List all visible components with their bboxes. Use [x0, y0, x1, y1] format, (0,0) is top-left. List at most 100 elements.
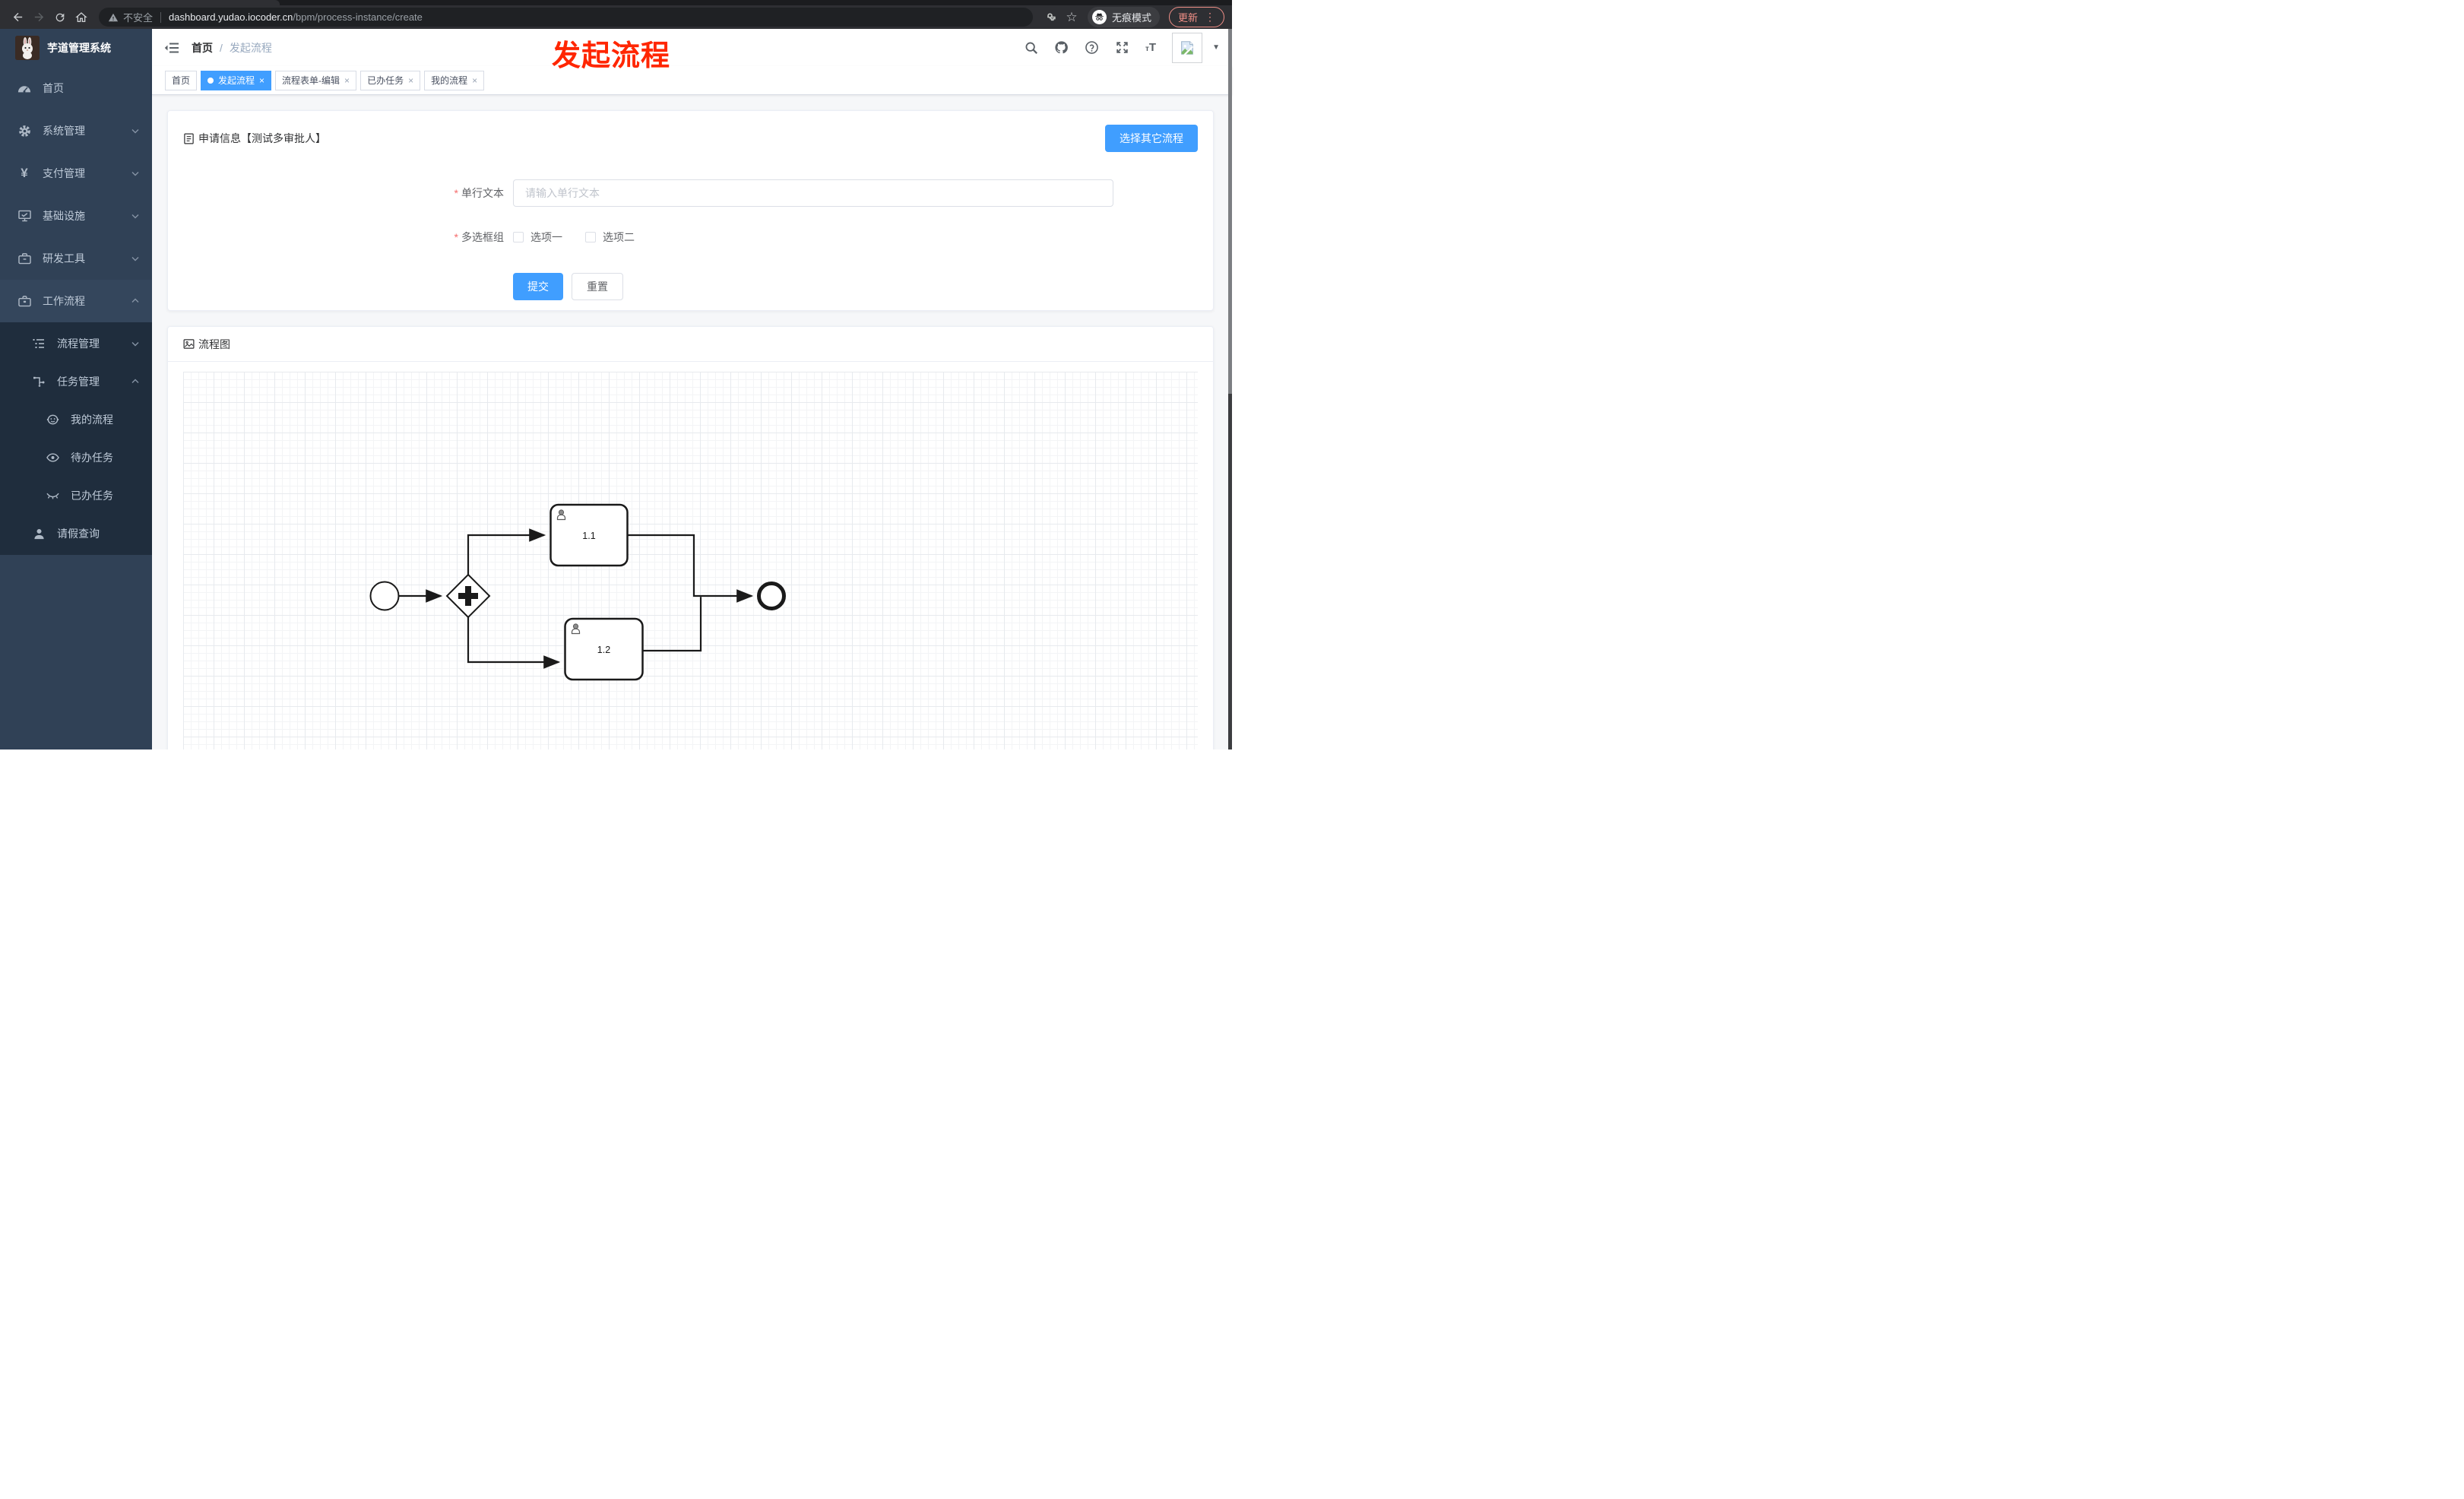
sidebar-item-devtools[interactable]: 研发工具	[0, 237, 152, 280]
fullscreen-icon[interactable]	[1115, 40, 1129, 55]
sidebar-item-label: 支付管理	[43, 167, 85, 179]
sidebar-item-system[interactable]: 系统管理	[0, 109, 152, 152]
home-icon[interactable]	[71, 8, 91, 27]
field-label-checkbox-group: * 多选框组	[454, 231, 504, 243]
bpmn-user-task-1-1[interactable]: 1.1	[549, 503, 629, 567]
chevron-down-icon	[131, 169, 140, 178]
tab-done-tasks[interactable]: 已办任务 ×	[360, 70, 421, 90]
breadcrumb-separator: /	[220, 41, 223, 54]
search-icon[interactable]	[1025, 41, 1038, 55]
header-actions: тT ▼	[1025, 32, 1220, 63]
url-host: dashboard.yudao.iocoder.cn	[169, 11, 293, 23]
eye-closed-icon	[44, 492, 61, 500]
sidebar-item-workflow[interactable]: 工作流程	[0, 280, 152, 322]
security-label: 不安全	[123, 12, 154, 24]
browser-toolbar: 不安全 dashboard.yudao.iocoder.cn/bpm/proce…	[0, 5, 1232, 29]
bpmn-parallel-gateway[interactable]	[445, 573, 491, 619]
process-diagram-card: 流程图 1.1 1.2	[167, 326, 1214, 750]
reset-button[interactable]: 重置	[572, 273, 623, 300]
security-status[interactable]: 不安全	[108, 10, 153, 24]
bpmn-start-event[interactable]	[369, 581, 400, 611]
chevron-down-icon	[131, 254, 140, 263]
submit-button[interactable]: 提交	[513, 273, 563, 300]
sidebar-item-todo-tasks[interactable]: 待办任务	[0, 439, 152, 477]
tab-label: 首页	[172, 75, 191, 86]
sidebar-item-my-process[interactable]: 我的流程	[0, 401, 152, 439]
password-key-icon[interactable]	[1040, 8, 1060, 27]
github-icon[interactable]	[1054, 40, 1069, 55]
sidebar-item-label: 系统管理	[43, 125, 85, 137]
yen-icon: ¥	[21, 166, 28, 180]
sidebar-item-label: 我的流程	[71, 414, 113, 426]
chevron-up-icon	[131, 296, 140, 306]
required-mark: *	[454, 187, 458, 199]
tab-my-process[interactable]: 我的流程 ×	[424, 70, 485, 90]
breadcrumb-current: 发起流程	[229, 41, 272, 54]
sidebar-item-leave-query[interactable]: 请假查询	[0, 515, 152, 553]
sidebar-item-label: 任务管理	[57, 376, 100, 388]
broken-image-icon	[1181, 40, 1194, 55]
scrollbar-thumb[interactable]	[1228, 29, 1232, 394]
checkbox-option-1[interactable]: 选项一	[513, 230, 562, 245]
help-icon[interactable]	[1085, 40, 1099, 55]
chevron-up-icon	[131, 377, 140, 386]
face-icon	[44, 414, 61, 425]
choose-other-process-button[interactable]: 选择其它流程	[1105, 125, 1198, 152]
user-icon	[30, 528, 47, 540]
avatar-caret-icon[interactable]: ▼	[1212, 43, 1220, 52]
back-icon[interactable]	[8, 8, 27, 27]
app-logo[interactable]: 芋道管理系统	[0, 29, 152, 67]
task-label: 1.1	[582, 531, 595, 541]
forward-icon[interactable]	[29, 8, 49, 27]
sidebar-item-done-tasks[interactable]: 已办任务	[0, 477, 152, 515]
sidebar-collapse-icon[interactable]	[164, 41, 179, 55]
font-size-icon[interactable]: тT	[1145, 41, 1156, 54]
sidebar-item-label: 请假查询	[57, 528, 100, 540]
sidebar-item-task-mgmt[interactable]: 任务管理	[0, 363, 152, 401]
close-icon[interactable]: ×	[408, 75, 413, 86]
bpmn-end-event[interactable]	[757, 582, 786, 610]
tab-start-process[interactable]: 发起流程 ×	[201, 70, 272, 90]
tab-form-edit[interactable]: 流程表单-编辑 ×	[275, 70, 357, 90]
close-icon[interactable]: ×	[472, 75, 477, 86]
gear-icon	[16, 125, 33, 138]
close-icon[interactable]: ×	[344, 75, 350, 86]
window-scrollbar[interactable]	[1228, 29, 1232, 750]
single-line-text-input[interactable]	[513, 179, 1113, 207]
url-bar[interactable]: 不安全 dashboard.yudao.iocoder.cn/bpm/proce…	[99, 8, 1033, 27]
checkbox-icon[interactable]	[585, 232, 596, 242]
active-tab-dot	[207, 77, 214, 84]
sidebar-item-infra[interactable]: 基础设施	[0, 195, 152, 237]
card-title: 申请信息【测试多审批人】	[183, 125, 326, 146]
tags-view-bar: 首页 发起流程 × 流程表单-编辑 × 已办任务 × 我的流程 ×	[152, 66, 1232, 95]
sidebar-item-payment[interactable]: ¥ 支付管理	[0, 152, 152, 195]
browser-chrome: 不安全 dashboard.yudao.iocoder.cn/bpm/proce…	[0, 0, 1232, 29]
bpmn-user-task-1-2[interactable]: 1.2	[564, 617, 644, 681]
workflow-submenu: 流程管理 任务管理 我的流程 待办任务 已办任务 请假查询	[0, 322, 152, 555]
browser-menu-icon[interactable]: ⋮	[1205, 11, 1215, 24]
checkbox-icon[interactable]	[513, 232, 524, 242]
tab-label: 我的流程	[431, 75, 468, 86]
sidebar-item-process-mgmt[interactable]: 流程管理	[0, 325, 152, 363]
sidebar-item-home[interactable]: 首页	[0, 67, 152, 109]
apply-form: *单行文本 *多选框组 选项一 选项二	[183, 179, 1198, 300]
bookmark-star-icon[interactable]: ☆	[1062, 8, 1082, 27]
checkbox-option-2[interactable]: 选项二	[585, 230, 635, 245]
tab-home[interactable]: 首页	[165, 70, 198, 90]
required-mark: *	[454, 231, 458, 243]
reload-icon[interactable]	[50, 8, 70, 27]
breadcrumb-home[interactable]: 首页	[192, 40, 213, 55]
avatar[interactable]	[1172, 32, 1203, 63]
urlbar-divider	[160, 11, 162, 23]
page-title: 发起流程	[552, 40, 671, 72]
toolbox-icon	[16, 295, 33, 307]
close-icon[interactable]: ×	[259, 75, 264, 86]
logo-rabbit-image	[15, 36, 40, 60]
tab-label: 发起流程	[218, 75, 255, 86]
sidebar-item-label: 已办任务	[71, 490, 113, 502]
url-path: /bpm/process-instance/create	[293, 11, 423, 23]
active-browser-tab-bottom	[0, 0, 280, 5]
chevron-down-icon	[131, 126, 140, 135]
update-button[interactable]: 更新 ⋮	[1168, 7, 1224, 27]
bpmn-canvas[interactable]: 1.1 1.2	[183, 372, 1198, 750]
